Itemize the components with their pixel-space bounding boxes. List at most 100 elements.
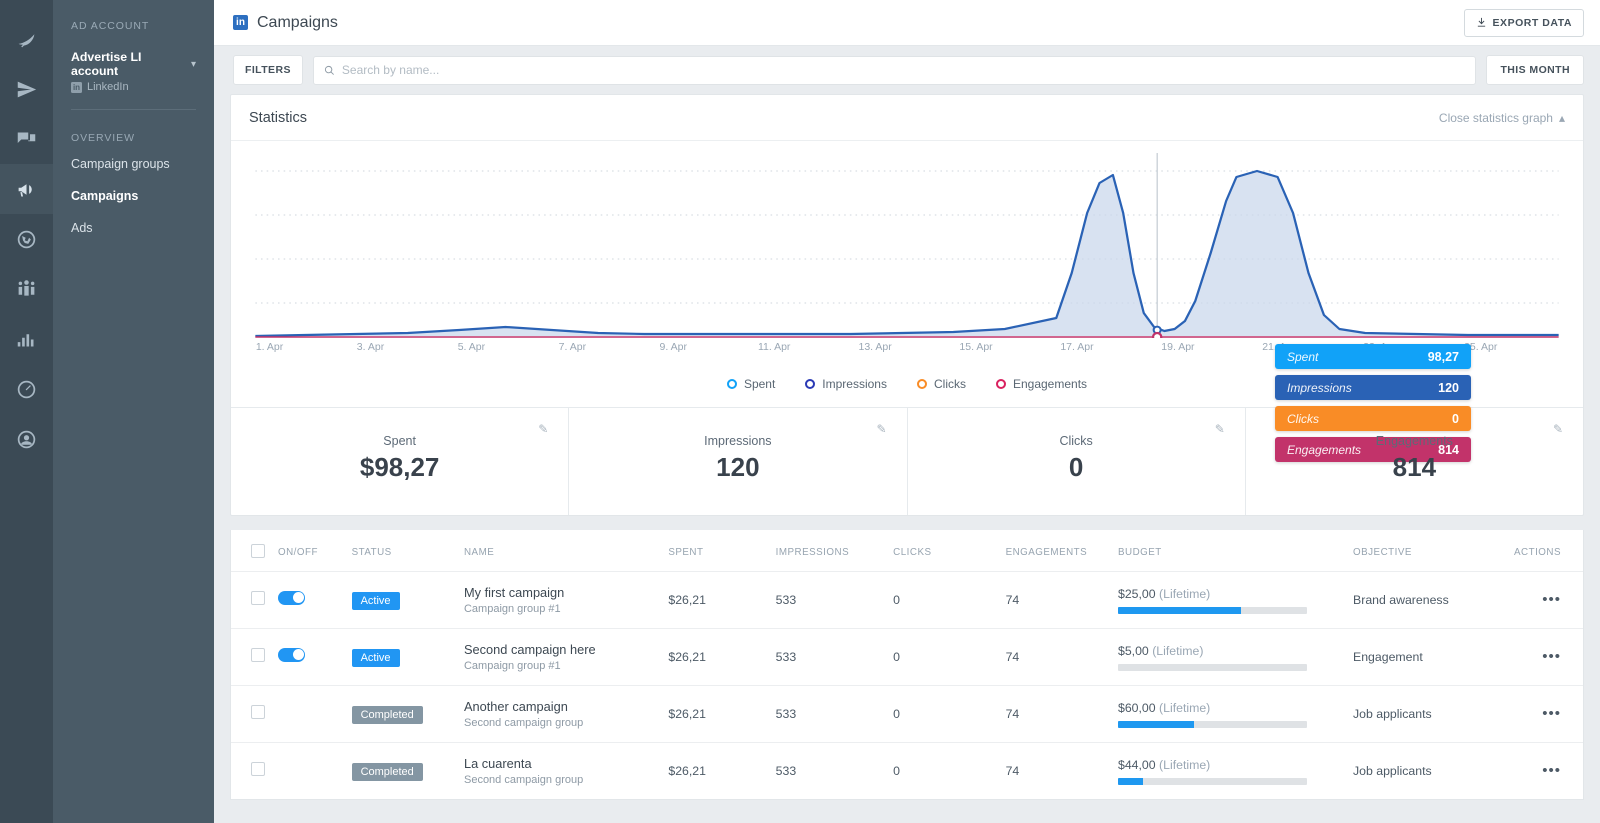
select-all-checkbox[interactable]: [251, 544, 265, 558]
sidebar-divider: [71, 109, 196, 110]
row-checkbox[interactable]: [251, 761, 265, 776]
campaigns-table-card: ON/OFF STATUS NAME SPENT IMPRESSIONS CLI…: [230, 530, 1584, 800]
row-impressions: 533: [775, 742, 894, 799]
x-tick: 15. Apr: [959, 341, 993, 353]
budget-progress-fill: [1117, 777, 1143, 785]
campaign-name[interactable]: La cuarenta: [464, 756, 668, 771]
page-title: Campaigns: [257, 13, 338, 31]
sidebar-overview-label: OVERVIEW: [71, 132, 135, 144]
kpi-label: Impressions: [704, 434, 772, 448]
tooltip-row-spent: Spent 98,27: [1275, 344, 1471, 369]
globe-icon[interactable]: [0, 214, 53, 264]
col-actions: ACTIONS: [1514, 547, 1561, 558]
row-spent: $26,21: [668, 685, 776, 743]
chat-icon[interactable]: [0, 114, 53, 164]
search-box[interactable]: [312, 55, 1477, 85]
row-actions-menu-icon[interactable]: •••: [1542, 648, 1561, 665]
date-range-button[interactable]: THIS MONTH: [1486, 55, 1584, 85]
col-status: STATUS: [351, 547, 392, 558]
status-badge: Active: [351, 591, 400, 610]
budget-progress-bar: [1117, 720, 1307, 728]
sidebar-item-campaign-groups[interactable]: Campaign groups: [53, 148, 214, 180]
campaign-group: Second campaign group: [463, 774, 584, 786]
row-clicks: 0: [893, 742, 1006, 799]
row-checkbox-cell: [231, 742, 278, 799]
campaign-group: Campaign group #1: [463, 603, 561, 615]
x-tick: 19. Apr: [1161, 341, 1195, 353]
table-row[interactable]: Completed La cuarenta Second campaign gr…: [231, 742, 1583, 799]
row-actions-menu-icon[interactable]: •••: [1542, 762, 1561, 779]
sidebar-section-label: AD ACCOUNT: [71, 20, 150, 32]
row-checkbox[interactable]: [251, 647, 265, 662]
filters-button[interactable]: FILTERS: [233, 55, 303, 85]
row-actions-menu-icon[interactable]: •••: [1542, 705, 1561, 722]
chevron-up-icon: ▴: [1558, 110, 1565, 125]
table-row[interactable]: Active Second campaign here Campaign gro…: [231, 628, 1583, 686]
sidebar-item-campaigns[interactable]: Campaigns: [53, 180, 214, 212]
row-toggle-cell: [278, 628, 352, 686]
campaign-toggle[interactable]: [278, 647, 305, 662]
legend-item-clicks[interactable]: Clicks: [916, 377, 966, 391]
row-budget-cell: $44,00 (Lifetime): [1117, 742, 1354, 799]
pencil-icon[interactable]: ✎: [876, 422, 886, 436]
user-add-icon[interactable]: [0, 414, 53, 464]
legend-marker-icon: [916, 379, 927, 389]
table-row[interactable]: Active My first campaign Campaign group …: [231, 571, 1583, 629]
kpi-spent: ✎ Spent $98,27: [231, 408, 570, 515]
table-header: ON/OFF STATUS NAME SPENT IMPRESSIONS CLI…: [231, 530, 1583, 572]
budget-amount: $5,00: [1117, 643, 1149, 658]
row-checkbox[interactable]: [251, 704, 265, 719]
budget-progress-bar: [1117, 606, 1307, 614]
legend-item-spent[interactable]: Spent: [726, 377, 775, 391]
table-body: Active My first campaign Campaign group …: [231, 571, 1583, 799]
campaign-name[interactable]: Second campaign here: [464, 642, 668, 657]
row-engagements: 74: [1005, 628, 1118, 686]
row-name-cell: My first campaign Campaign group #1: [463, 571, 669, 629]
row-objective: Job applicants: [1353, 685, 1512, 743]
chart-canvas: [255, 153, 1559, 338]
content-area: Statistics Close statistics graph ▴ 1. A…: [214, 94, 1600, 823]
filter-bar: FILTERS THIS MONTH: [214, 46, 1600, 94]
row-checkbox[interactable]: [251, 590, 265, 605]
campaign-name[interactable]: Another campaign: [464, 699, 668, 714]
people-icon[interactable]: [0, 264, 53, 314]
table-row[interactable]: Completed Another campaign Second campai…: [231, 685, 1583, 743]
col-onoff: ON/OFF: [278, 547, 318, 558]
row-impressions: 533: [775, 685, 894, 743]
pencil-icon[interactable]: ✎: [1215, 422, 1225, 436]
col-objective: OBJECTIVE: [1353, 547, 1412, 558]
account-selector[interactable]: Advertise LI account ▾: [53, 50, 214, 78]
close-statistics-graph-button[interactable]: Close statistics graph ▴: [1439, 111, 1565, 125]
legend-item-engagements[interactable]: Engagements: [995, 377, 1088, 391]
search-icon: [324, 65, 334, 75]
page-heading: in Campaigns: [233, 14, 338, 32]
tooltip-row-impressions: Impressions 120: [1275, 375, 1471, 400]
x-tick: 9. Apr: [659, 341, 687, 353]
feather-icon[interactable]: [0, 14, 53, 64]
megaphone-icon[interactable]: [0, 164, 53, 214]
row-actions-cell: •••: [1511, 571, 1583, 629]
col-spent: SPENT: [668, 547, 704, 558]
legend-label: Engagements: [1012, 377, 1088, 391]
col-select: [231, 530, 278, 572]
sidebar: AD ACCOUNT Advertise LI account ▾ in Lin…: [53, 0, 214, 823]
tooltip-value: 98,27: [1427, 349, 1459, 364]
legend-item-impressions[interactable]: Impressions: [805, 377, 887, 391]
sidebar-item-ads[interactable]: Ads: [53, 212, 214, 244]
send-icon[interactable]: [0, 64, 53, 114]
pencil-icon[interactable]: ✎: [1553, 422, 1563, 436]
row-actions-menu-icon[interactable]: •••: [1542, 591, 1561, 608]
status-badge: Active: [351, 648, 400, 667]
search-input[interactable]: [341, 63, 1466, 77]
campaign-toggle[interactable]: [278, 590, 305, 605]
budget-text: $44,00 (Lifetime): [1118, 758, 1353, 772]
bar-chart-icon[interactable]: [0, 314, 53, 364]
export-data-button[interactable]: EXPORT DATA: [1463, 8, 1584, 37]
top-bar: in Campaigns EXPORT DATA: [214, 0, 1600, 46]
pencil-icon[interactable]: ✎: [538, 422, 548, 436]
statistics-title: Statistics: [249, 109, 308, 126]
campaign-name[interactable]: My first campaign: [464, 585, 668, 600]
gauge-icon[interactable]: [0, 364, 53, 414]
row-engagements: 74: [1005, 742, 1118, 799]
row-status-cell: Completed: [351, 742, 464, 799]
